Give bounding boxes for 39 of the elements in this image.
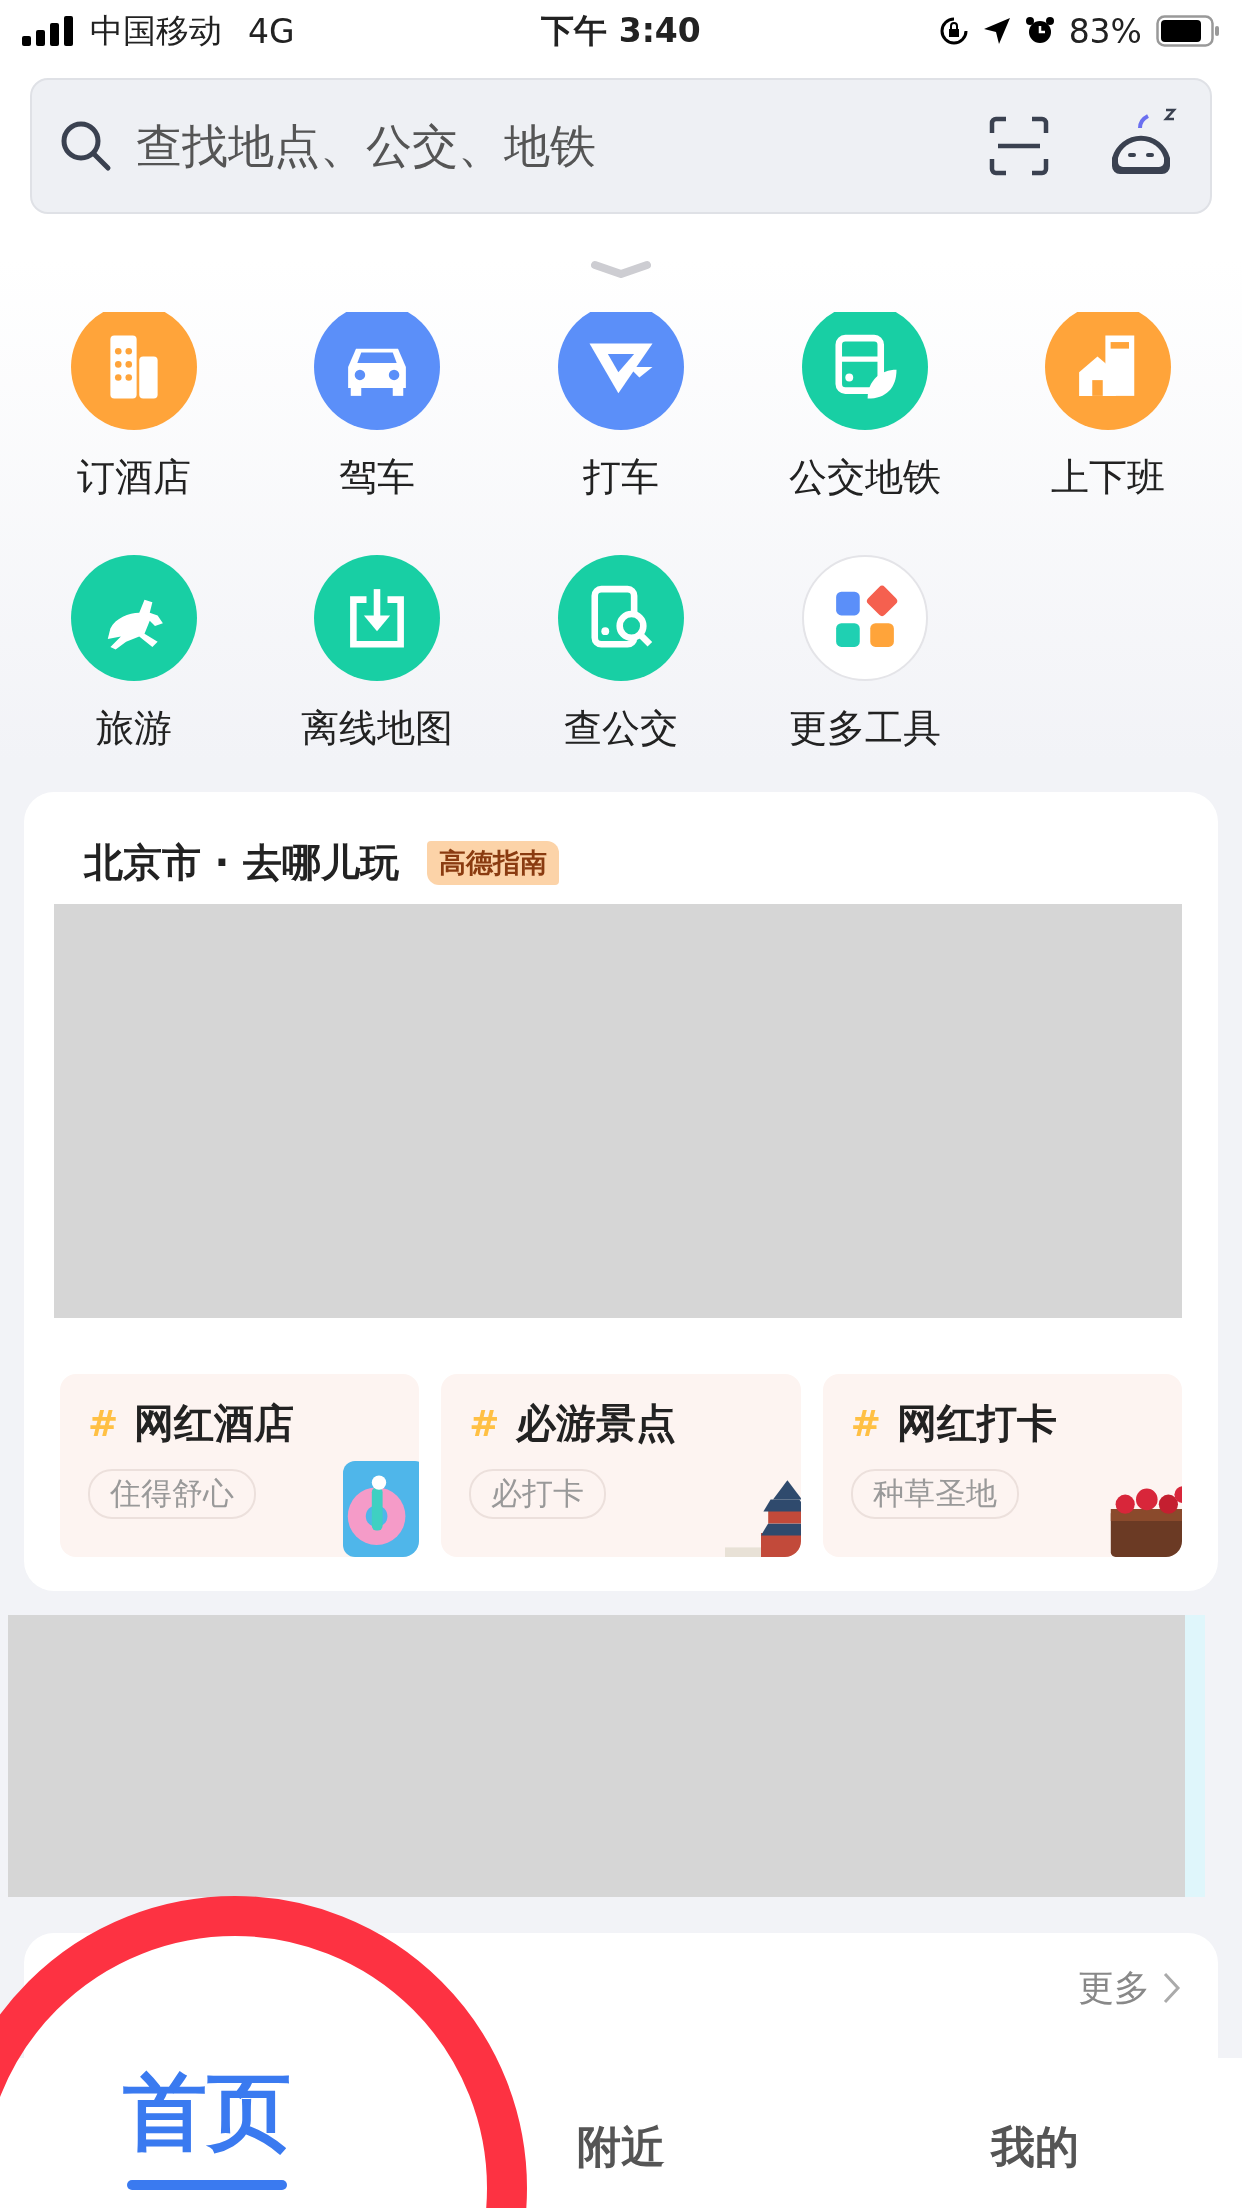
location-arrow-icon (982, 17, 1011, 45)
battery-icon (1156, 15, 1220, 47)
nav-tab[interactable]: 附近 (414, 2058, 828, 2208)
tool-shortcut[interactable]: 公交地铁 (742, 312, 987, 503)
hash-mark: # (850, 1403, 881, 1444)
search-bar[interactable]: 查找地点、公交、地铁 (30, 78, 1212, 214)
guide-badge: 高德指南 (427, 841, 559, 885)
network-type: 4G (248, 11, 295, 51)
topic-card[interactable]: # 网红打卡 种草圣地 (822, 1374, 1182, 1557)
topic-tag: 住得舒心 (88, 1469, 256, 1519)
more-link[interactable]: 更多 (1078, 1963, 1182, 2013)
tool-shortcut[interactable]: 旅游 (12, 555, 256, 754)
alarm-icon (1024, 16, 1055, 46)
topic-card[interactable]: # 必游景点 必打卡 (441, 1374, 801, 1557)
status-time: 下午 3:40 (541, 9, 701, 52)
tool-shortcut[interactable]: 更多工具 (742, 555, 987, 754)
carrier-name: 中国移动 (90, 9, 222, 52)
rotation-lock-icon (938, 16, 969, 46)
tool-shortcut[interactable]: 驾车 (255, 312, 500, 503)
chevron-right-icon (1162, 1971, 1182, 2005)
tool-shortcut[interactable]: 上下班 (986, 312, 1230, 503)
topic-title: 必游景点 (515, 1399, 676, 1448)
battery-percent: 83% (1068, 11, 1142, 51)
topic-title: 网红打卡 (896, 1399, 1057, 1448)
hash-mark: # (469, 1403, 500, 1444)
card-title: 北京市 · 去哪儿玩 (84, 839, 399, 887)
tool-shortcut[interactable]: 订酒店 (12, 312, 256, 503)
signal-icon (22, 16, 76, 46)
topic-tag: 必打卡 (469, 1469, 607, 1519)
topic-tag: 种草圣地 (850, 1469, 1019, 1519)
hash-mark: # (88, 1403, 119, 1444)
tool-shortcut[interactable]: 查公交 (499, 555, 743, 754)
tool-shortcut[interactable]: 打车 (499, 312, 743, 503)
scan-icon[interactable] (988, 115, 1050, 177)
tool-shortcut[interactable]: 离线地图 (255, 555, 500, 754)
topic-title: 网红酒店 (134, 1399, 295, 1448)
nav-tab[interactable]: 我的 (828, 2058, 1242, 2208)
topic-card[interactable]: # 网红酒店 住得舒心 (60, 1374, 420, 1557)
search-field[interactable]: 查找地点、公交、地铁 (134, 118, 968, 174)
